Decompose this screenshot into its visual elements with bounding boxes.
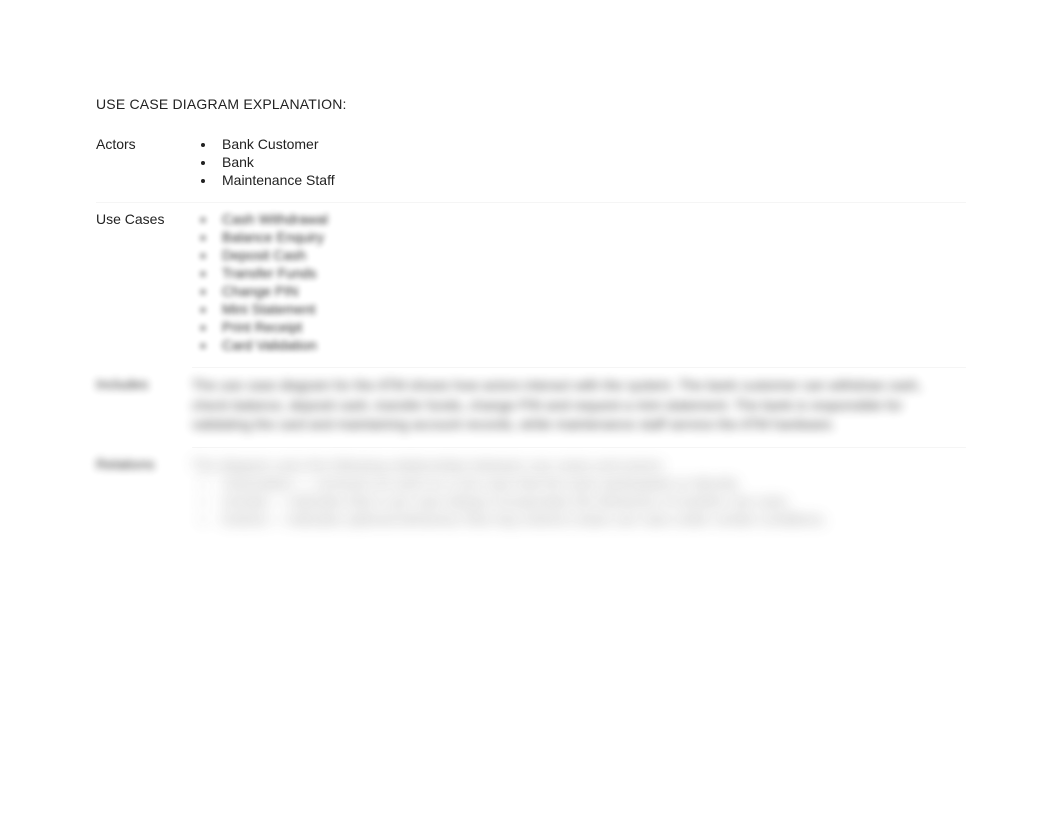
table-row: Use Cases Cash Withdrawal Balance Enquir…	[96, 202, 966, 367]
list-item: Bank	[216, 154, 956, 170]
usecases-list: Cash Withdrawal Balance Enquiry Deposit …	[192, 211, 956, 353]
list-item: Change PIN	[216, 283, 956, 299]
table-row: Actors Bank Customer Bank Maintenance St…	[96, 128, 966, 202]
includes-text: The use case diagram for the ATM shows h…	[192, 376, 956, 435]
list-item: Mini Statement	[216, 301, 956, 317]
table-row: Includes The use case diagram for the AT…	[96, 367, 966, 447]
actors-list: Bank Customer Bank Maintenance Staff	[192, 136, 956, 188]
list-item: Deposit Cash	[216, 247, 956, 263]
list-item: Association — connects an actor to a use…	[216, 475, 956, 491]
document-page: USE CASE DIAGRAM EXPLANATION: Actors Ban…	[0, 0, 1062, 541]
page-title: USE CASE DIAGRAM EXPLANATION:	[96, 96, 966, 112]
list-item: Extend — indicates optional behaviour th…	[216, 511, 956, 527]
row-label-actors: Actors	[96, 128, 192, 202]
explanation-table: Actors Bank Customer Bank Maintenance St…	[96, 128, 966, 541]
relations-intro: The diagram uses the following relations…	[192, 456, 956, 476]
list-item: Card Validation	[216, 337, 956, 353]
relations-list: Association — connects an actor to a use…	[192, 475, 956, 527]
table-row: Relations The diagram uses the following…	[96, 447, 966, 542]
list-item: Include — indicates that a use case alwa…	[216, 493, 956, 509]
row-label-usecases: Use Cases	[96, 202, 192, 367]
row-content-includes: The use case diagram for the ATM shows h…	[192, 367, 966, 447]
list-item: Print Receipt	[216, 319, 956, 335]
row-label-relations: Relations	[96, 447, 192, 542]
list-item: Transfer Funds	[216, 265, 956, 281]
list-item: Balance Enquiry	[216, 229, 956, 245]
list-item: Cash Withdrawal	[216, 211, 956, 227]
list-item: Maintenance Staff	[216, 172, 956, 188]
row-label-includes: Includes	[96, 367, 192, 447]
list-item: Bank Customer	[216, 136, 956, 152]
row-content-usecases: Cash Withdrawal Balance Enquiry Deposit …	[192, 202, 966, 367]
row-content-actors: Bank Customer Bank Maintenance Staff	[192, 128, 966, 202]
row-content-relations: The diagram uses the following relations…	[192, 447, 966, 542]
